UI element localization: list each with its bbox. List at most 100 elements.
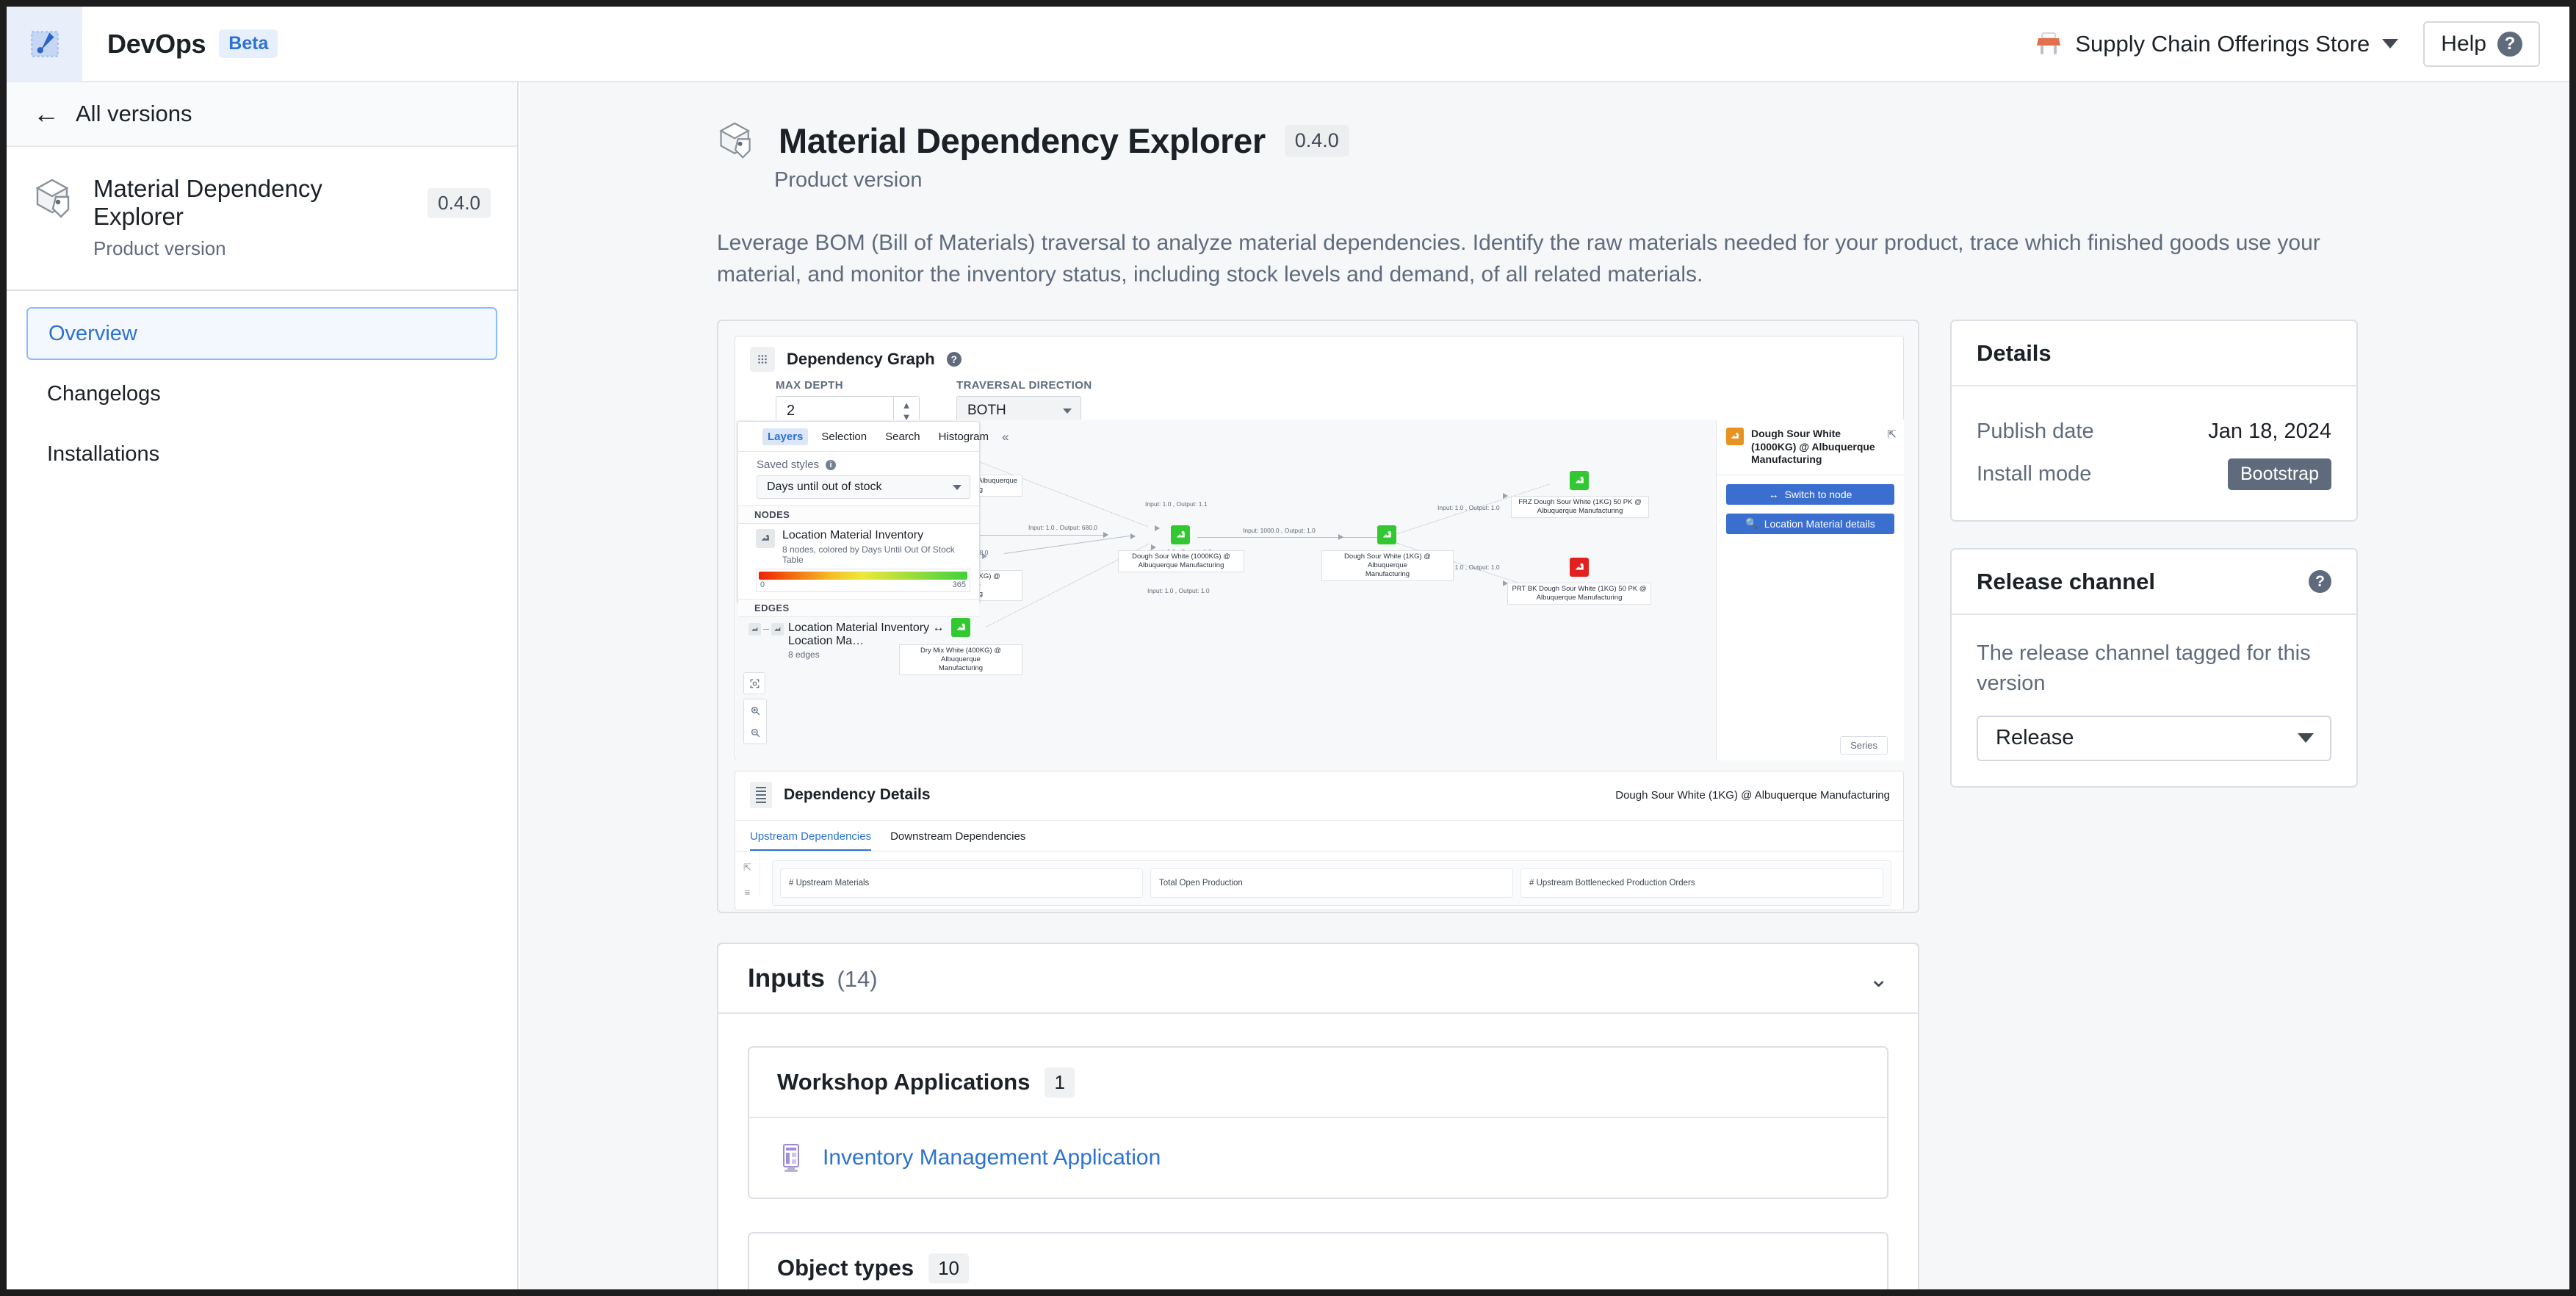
traversal-direction-label: TRAVERSAL DIRECTION: [956, 379, 1092, 392]
edges-section-header: EDGES: [738, 598, 979, 617]
install-mode-label: Install mode: [1977, 461, 2092, 486]
chevron-down-icon: [953, 484, 962, 490]
sidebar-product-title: Material Dependency Explorer: [93, 175, 322, 230]
switch-to-node-button[interactable]: ↔ Switch to node: [1726, 483, 1894, 505]
metric-card-row: # Upstream Materials Total Open Producti…: [772, 860, 1891, 907]
saved-styles-select[interactable]: Days until out of stock: [757, 475, 970, 500]
help-icon[interactable]: ?: [2309, 570, 2331, 594]
tab-downstream-dependencies[interactable]: Downstream Dependencies: [890, 830, 1025, 851]
chevron-down-icon: [1063, 408, 1072, 414]
expand-icon[interactable]: ⇱: [743, 862, 751, 874]
chevron-up-icon[interactable]: ▲: [902, 400, 912, 410]
preview-card[interactable]: Dependency Graph ? MAX DEPTH 2 ▲ ▼ TRAVE…: [717, 320, 1919, 914]
store-icon: [2035, 32, 2063, 57]
help-button[interactable]: Help ?: [2423, 21, 2540, 67]
all-versions-label: All versions: [76, 101, 192, 126]
inventory-management-application-link[interactable]: Inventory Management Application: [823, 1145, 1161, 1170]
metric-card: # Upstream Bottlenecked Production Order…: [1520, 868, 1883, 899]
fit-to-screen-button[interactable]: [743, 672, 765, 695]
sidebar-product-text: Material Dependency Explorer 0.4.0 Produ…: [93, 175, 491, 260]
page-product-icon: [717, 121, 755, 161]
nodes-section-header: NODES: [738, 505, 979, 525]
max-depth-label: MAX DEPTH: [776, 379, 843, 392]
graph-dots-icon: [750, 347, 775, 372]
arrow-left-icon: ←: [33, 98, 59, 129]
object-types-title: Object types: [777, 1255, 914, 1281]
dependency-details-context: Dough Sour White (1KG) @ Albuquerque Man…: [1615, 788, 1890, 802]
graph-edge-label: Input: 1.0 , Output: 1.0: [1147, 587, 1210, 595]
right-column: Details Publish date Jan 18, 2024 Instal…: [1950, 320, 2358, 913]
info-icon[interactable]: i: [826, 459, 837, 470]
gradient-max-label: 365: [952, 580, 966, 589]
table-lines-icon: [750, 782, 772, 809]
tab-histogram[interactable]: Histogram: [934, 428, 994, 445]
graph-node-label: PRT BK Dough Sour White (1KG) 50 PK @ Al…: [1507, 583, 1651, 605]
edge-layer-meta: 8 edges: [788, 649, 820, 660]
sidebar-product-header: Material Dependency Explorer 0.4.0 Produ…: [7, 147, 517, 291]
store-selector[interactable]: Supply Chain Offerings Store: [2035, 31, 2399, 57]
graph-edge: [1004, 535, 1132, 555]
zoom-in-button[interactable]: [744, 699, 766, 722]
tab-search[interactable]: Search: [880, 428, 926, 445]
page-subtitle: Product version: [774, 168, 923, 192]
page-version-badge: 0.4.0: [1284, 125, 1349, 156]
edge-layer-row[interactable]: Location Material Inventory ↔ Location M…: [738, 617, 979, 660]
help-label: Help: [2441, 31, 2486, 56]
arrowhead-icon: [1155, 525, 1160, 532]
workshop-applications-count: 1: [1045, 1067, 1075, 1098]
inputs-section: Inputs (14) ⌄ Workshop Applications 1 In…: [717, 943, 1919, 1289]
help-icon[interactable]: ?: [946, 352, 962, 367]
graph-edge-label: Input: 1000.0 , Output: 1.0: [1243, 527, 1316, 535]
traversal-direction-value: BOTH: [967, 403, 1006, 419]
switch-arrows-icon: ↔: [1768, 488, 1779, 500]
sidebar-item-label: Installations: [47, 442, 160, 466]
saved-styles-value: Days until out of stock: [767, 480, 882, 494]
release-channel-title: Release channel: [1977, 568, 2155, 594]
graph-canvas-controls: [743, 672, 767, 745]
graph-node[interactable]: [1171, 525, 1190, 545]
arrowhead-icon: [1103, 532, 1108, 539]
sidebar-nav: Overview Changelogs Installations: [7, 291, 517, 480]
brand: DevOps Beta: [82, 29, 278, 60]
release-channel-select[interactable]: Release: [1977, 715, 2331, 761]
workshop-applications-card: Workshop Applications 1 Inventory Manage…: [748, 1046, 1888, 1200]
series-button[interactable]: Series: [1840, 736, 1888, 755]
sidebar-version-badge: 0.4.0: [427, 187, 491, 218]
node-layer-row[interactable]: Location Material Inventory 8 nodes, col…: [738, 524, 979, 565]
graph-canvas[interactable]: Input: 1.0 , Output: 680.0 Input: 180.0 …: [736, 420, 1904, 761]
devops-hammer-icon: [30, 30, 59, 57]
inputs-header[interactable]: Inputs (14) ⌄: [718, 944, 1918, 1015]
app-logo[interactable]: [7, 7, 82, 82]
content-row: Dependency Graph ? MAX DEPTH 2 ▲ ▼ TRAVE…: [520, 290, 2569, 914]
inputs-body: Workshop Applications 1 Inventory Manage…: [718, 1014, 1918, 1289]
beta-badge: Beta: [219, 29, 278, 58]
tab-selection[interactable]: Selection: [816, 428, 872, 445]
workshop-applications-title: Workshop Applications: [777, 1069, 1031, 1095]
collapse-panel-icon[interactable]: «: [1002, 430, 1009, 444]
sidebar-product-subtitle: Product version: [93, 237, 226, 259]
graph-node-label: Dough Sour White (1000KG) @ Albuquerque …: [1118, 550, 1244, 572]
graph-node[interactable]: [1570, 471, 1589, 491]
tab-upstream-dependencies[interactable]: Upstream Dependencies: [750, 830, 872, 852]
dependency-graph-title: Dependency Graph: [787, 350, 935, 369]
tab-layers[interactable]: Layers: [762, 428, 809, 446]
filter-icon[interactable]: ≡: [745, 887, 751, 898]
sidebar-item-installations[interactable]: Installations: [26, 428, 497, 480]
all-versions-back-link[interactable]: ← All versions: [7, 82, 517, 147]
question-mark-icon: ?: [2497, 31, 2522, 57]
chevron-up-icon[interactable]: ⌄: [1869, 967, 1888, 990]
dependency-details-tabs: Upstream Dependencies Downstream Depende…: [735, 821, 1903, 852]
details-card: Details Publish date Jan 18, 2024 Instal…: [1950, 320, 2358, 522]
collapse-expand-icon[interactable]: ⇱: [1887, 428, 1897, 441]
graph-node[interactable]: [1570, 558, 1589, 577]
node-inspector-panel: Dough Sour White (1000KG) @ Albuquerque …: [1716, 420, 1904, 761]
main-content: Material Dependency Explorer 0.4.0 Produ…: [520, 82, 2569, 1289]
sidebar-item-overview[interactable]: Overview: [26, 307, 497, 360]
location-material-details-button[interactable]: 🔍 Location Material details: [1726, 513, 1894, 534]
sidebar-item-changelogs[interactable]: Changelogs: [26, 367, 497, 420]
graph-node[interactable]: [1377, 525, 1396, 545]
object-types-count: 10: [928, 1253, 969, 1284]
zoom-out-button[interactable]: [744, 721, 766, 744]
chevron-down-icon: [2382, 39, 2399, 48]
details-side-rail: ⇱ ≡: [735, 852, 760, 898]
